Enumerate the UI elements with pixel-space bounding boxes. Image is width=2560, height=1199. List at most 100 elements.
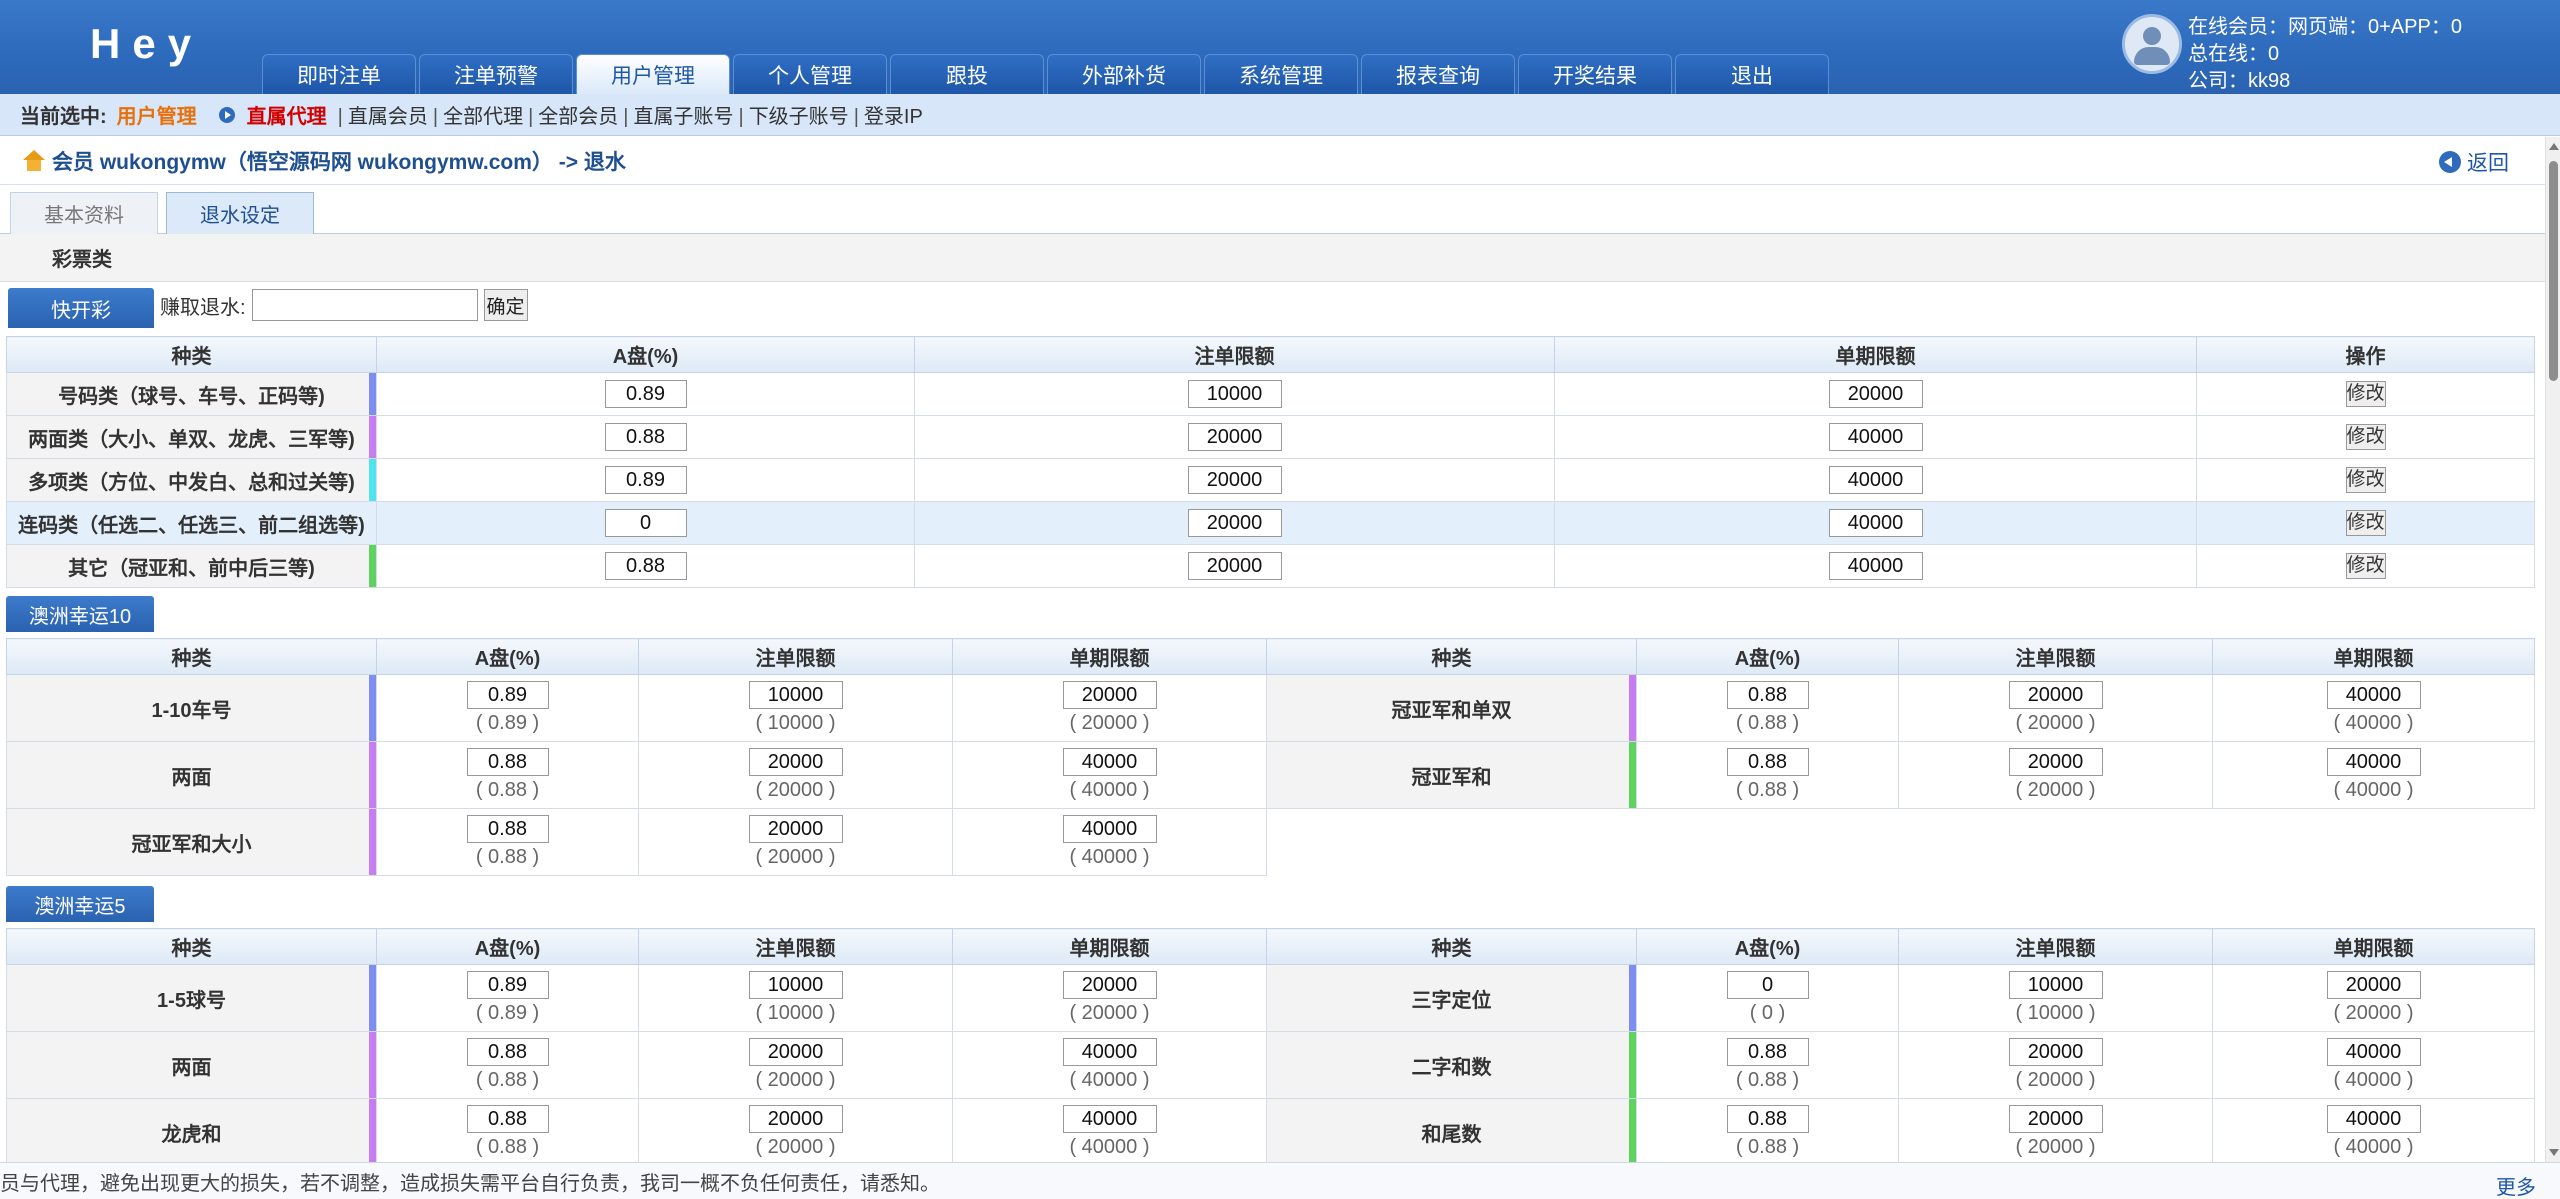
g10-current-period: ( 40000 ) — [1069, 846, 1150, 868]
g5-input-a[interactable]: 0.88 — [1726, 1038, 1809, 1066]
nav-tab-9[interactable]: 退出 — [1675, 54, 1829, 94]
g5-cell-bet: 20000 ( 20000 ) — [1898, 1031, 2213, 1099]
g5-cell-bet: 10000 ( 10000 ) — [638, 964, 953, 1032]
kuai-input-period[interactable]: 40000 — [1828, 509, 1923, 537]
nav-tab-5[interactable]: 外部补货 — [1047, 54, 1201, 94]
g5-current-a: ( 0 ) — [1749, 1002, 1786, 1024]
back-button[interactable]: 返回 — [2439, 147, 2509, 177]
kind-color-bar — [369, 1032, 376, 1098]
g10-input-a[interactable]: 0.89 — [466, 681, 549, 709]
kuai-input-a[interactable]: 0.89 — [604, 466, 687, 494]
g5-current-a: ( 0.88 ) — [1735, 1069, 1800, 1091]
edit-button[interactable]: 修改 — [2345, 510, 2386, 536]
g10-input-a[interactable]: 0.88 — [466, 748, 549, 776]
g10-input-period[interactable]: 40000 — [2326, 681, 2421, 709]
edit-button[interactable]: 修改 — [2345, 553, 2386, 579]
g5-input-a[interactable]: 0.89 — [466, 971, 549, 999]
g5-input-period[interactable]: 20000 — [2326, 971, 2421, 999]
g5-input-period[interactable]: 40000 — [2326, 1038, 2421, 1066]
submenu-link-0[interactable]: 直属会员 — [348, 106, 428, 128]
edit-button[interactable]: 修改 — [2345, 381, 2386, 407]
kuai-input-period[interactable]: 40000 — [1828, 466, 1923, 494]
kuai-input-bet[interactable]: 20000 — [1187, 509, 1282, 537]
g5-input-a[interactable]: 0.88 — [466, 1105, 549, 1133]
kuai-input-bet[interactable]: 10000 — [1187, 380, 1282, 408]
detail-tabs: 基本资料 退水设定 — [0, 186, 2545, 234]
g5-input-bet[interactable]: 10000 — [2008, 971, 2103, 999]
kuai-input-period[interactable]: 40000 — [1828, 423, 1923, 451]
g10-input-a[interactable]: 0.88 — [1726, 681, 1809, 709]
kuai-input-a[interactable]: 0 — [604, 509, 687, 537]
submenu-direct-agent[interactable]: 直属代理 — [247, 100, 327, 129]
g10-kind: 冠亚军和 — [1266, 741, 1637, 809]
g10-input-a[interactable]: 0.88 — [1726, 748, 1809, 776]
g5-input-period[interactable]: 40000 — [2326, 1105, 2421, 1133]
g10-input-bet[interactable]: 20000 — [2008, 748, 2103, 776]
g10-cell-bet: 20000 ( 20000 ) — [1898, 741, 2213, 809]
kuai-cell-op: 修改 — [2196, 544, 2535, 588]
kuai-input-a[interactable]: 0.88 — [604, 423, 687, 451]
g10-input-period[interactable]: 20000 — [1062, 681, 1157, 709]
rebate-input[interactable] — [251, 289, 478, 321]
edit-button[interactable]: 修改 — [2345, 424, 2386, 450]
nav-tab-4[interactable]: 跟投 — [890, 54, 1044, 94]
user-avatar-icon[interactable] — [2122, 14, 2182, 74]
kuai-input-bet[interactable]: 20000 — [1187, 466, 1282, 494]
submenu-link-5[interactable]: 登录IP — [864, 106, 923, 128]
kuai-kind-label: 两面类（大小、单双、龙虎、三军等) — [28, 428, 355, 451]
kuai-input-period[interactable]: 20000 — [1828, 380, 1923, 408]
g10-cell-a: 0.88 ( 0.88 ) — [376, 741, 639, 809]
nav-tab-1[interactable]: 注单预警 — [419, 54, 573, 94]
vertical-scrollbar[interactable] — [2545, 137, 2560, 1162]
submenu-link-4[interactable]: 下级子账号 — [749, 106, 849, 128]
submenu-link-1[interactable]: 全部代理 — [443, 106, 523, 128]
g5-current-a: ( 0.89 ) — [475, 1002, 540, 1024]
nav-tab-6[interactable]: 系统管理 — [1204, 54, 1358, 94]
more-link[interactable]: 更多 — [2496, 1171, 2536, 1199]
kind-color-bar — [369, 416, 376, 458]
submenu-link-3[interactable]: 直属子账号 — [633, 106, 733, 128]
g10-input-bet[interactable]: 20000 — [748, 815, 843, 843]
submenu-link-2[interactable]: 全部会员 — [538, 106, 618, 128]
kuai-cell-bet: 20000 — [914, 458, 1555, 502]
kuai-input-bet[interactable]: 20000 — [1187, 552, 1282, 580]
g10-input-period[interactable]: 40000 — [2326, 748, 2421, 776]
g10-cell-a: 0.88 ( 0.88 ) — [376, 808, 639, 876]
g5-header-1: A盘(%) — [1636, 928, 1899, 965]
g5-input-bet[interactable]: 20000 — [748, 1038, 843, 1066]
g5-input-period[interactable]: 40000 — [1062, 1105, 1157, 1133]
edit-button[interactable]: 修改 — [2345, 467, 2386, 493]
g5-input-bet[interactable]: 10000 — [748, 971, 843, 999]
g10-input-a[interactable]: 0.88 — [466, 815, 549, 843]
kuai-table: 种类 A盘(%) 注单限额 单期限额 操作 号码类（球号、车号、正码等) 0.89 10000… — [6, 336, 2535, 588]
nav-tab-8[interactable]: 开奖结果 — [1518, 54, 1672, 94]
g10-input-period[interactable]: 40000 — [1062, 815, 1157, 843]
g5-input-a[interactable]: 0 — [1726, 971, 1809, 999]
g10-input-period[interactable]: 40000 — [1062, 748, 1157, 776]
g5-cell-bet: 20000 ( 20000 ) — [638, 1098, 953, 1166]
kuai-input-a[interactable]: 0.89 — [604, 380, 687, 408]
g10-input-bet[interactable]: 20000 — [2008, 681, 2103, 709]
g10-input-bet[interactable]: 20000 — [748, 748, 843, 776]
nav-tab-2[interactable]: 用户管理 — [576, 54, 730, 94]
nav-tab-7[interactable]: 报表查询 — [1361, 54, 1515, 94]
nav-tab-3[interactable]: 个人管理 — [733, 54, 887, 94]
g5-input-bet[interactable]: 20000 — [2008, 1105, 2103, 1133]
kuai-input-a[interactable]: 0.88 — [604, 552, 687, 580]
g5-input-bet[interactable]: 20000 — [748, 1105, 843, 1133]
g5-kind-label: 和尾数 — [1421, 1123, 1482, 1146]
g10-kind-label: 1-10车号 — [151, 699, 232, 722]
tab-basic-info[interactable]: 基本资料 — [10, 192, 158, 234]
g5-input-period[interactable]: 40000 — [1062, 1038, 1157, 1066]
g10-input-bet[interactable]: 10000 — [748, 681, 843, 709]
confirm-button[interactable]: 确定 — [483, 289, 528, 321]
g5-input-a[interactable]: 0.88 — [1726, 1105, 1809, 1133]
kuai-input-period[interactable]: 40000 — [1828, 552, 1923, 580]
kuai-input-bet[interactable]: 20000 — [1187, 423, 1282, 451]
nav-tab-0[interactable]: 即时注单 — [262, 54, 416, 94]
g5-input-period[interactable]: 20000 — [1062, 971, 1157, 999]
tab-rebate-settings[interactable]: 退水设定 — [166, 192, 314, 234]
g5-current-bet: ( 20000 ) — [755, 1136, 836, 1158]
g5-input-bet[interactable]: 20000 — [2008, 1038, 2103, 1066]
g5-input-a[interactable]: 0.88 — [466, 1038, 549, 1066]
